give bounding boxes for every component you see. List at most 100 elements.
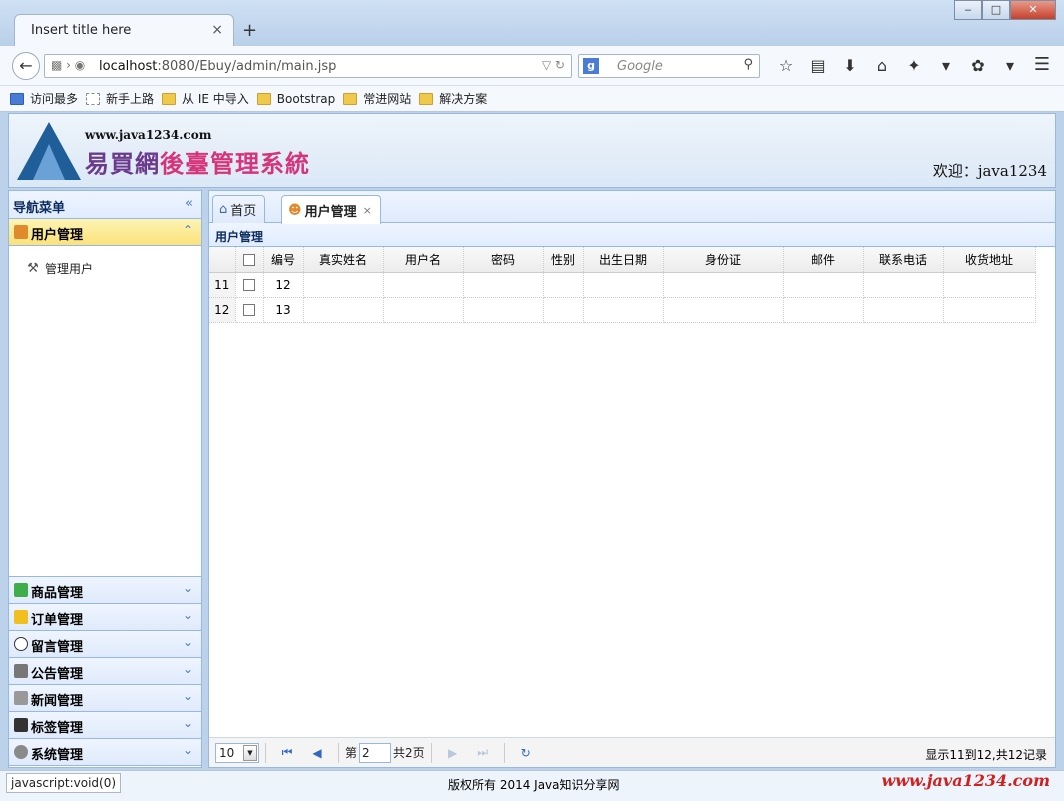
prev-page-button[interactable]: ◀	[306, 746, 328, 760]
select-all-checkbox[interactable]	[243, 253, 255, 266]
column-header[interactable]: 真实姓名	[303, 247, 384, 273]
table-row[interactable]: 12 13	[209, 297, 1036, 323]
minimize-button[interactable]: ‒	[954, 0, 982, 20]
column-header[interactable]: 身份证	[663, 247, 784, 273]
chevron-down-icon[interactable]: ⌄	[183, 743, 193, 757]
row-checkbox[interactable]	[243, 279, 255, 291]
folder-icon	[162, 92, 177, 105]
chevron-down-icon[interactable]: ▼	[243, 744, 257, 761]
cell	[783, 297, 864, 323]
extension-icon[interactable]: ✿	[962, 54, 994, 78]
home-icon[interactable]: ⌂	[866, 54, 898, 78]
bookmark-folder[interactable]: 常进网站	[343, 90, 411, 107]
tab-title: Insert title here	[31, 23, 132, 38]
site-info-icon[interactable]: ▩ › ◉	[51, 58, 85, 72]
refresh-icon[interactable]: ↻	[515, 746, 537, 760]
close-window-button[interactable]: ✕	[1010, 0, 1056, 20]
site-name: 易買網後臺管理系統	[85, 150, 310, 178]
address-bar[interactable]: ▩ › ◉ localhost:8080/Ebuy/admin/main.jsp…	[44, 54, 572, 78]
bookmark-folder[interactable]: 从 IE 中导入	[162, 90, 249, 107]
select-all-header	[235, 247, 264, 273]
last-page-button[interactable]: ⏭	[472, 745, 494, 760]
search-icon[interactable]: ⚲	[743, 57, 753, 72]
bookmark-item[interactable]: 新手上路	[86, 90, 154, 107]
sidebar-item-manage-users[interactable]: ⚒ 管理用户	[25, 260, 93, 277]
sidebar-section-orders[interactable]: 订单管理 ⌄	[9, 604, 201, 631]
logo-icon-inner	[33, 144, 65, 180]
sidebar-section-system[interactable]: 系统管理 ⌄	[9, 739, 201, 766]
tab-user-management[interactable]: ☻ 用户管理 ×	[281, 195, 381, 224]
first-page-button[interactable]: ⏮	[276, 745, 298, 760]
dropdown-icon[interactable]: ▾	[930, 54, 962, 78]
row-checkbox[interactable]	[243, 304, 255, 316]
table-row[interactable]: 11 12	[209, 272, 1036, 298]
cell-id: 12	[263, 272, 304, 298]
bookmarks-bar: 访问最多 新手上路 从 IE 中导入 Bootstrap 常进网站 解决方案	[0, 86, 1064, 112]
sidebar-section-notices[interactable]: 公告管理 ⌄	[9, 658, 201, 685]
grid-title: 用户管理	[209, 223, 1055, 247]
cell	[463, 272, 544, 298]
chevron-down-icon[interactable]: ⌄	[183, 635, 193, 649]
maximize-button[interactable]: □	[982, 0, 1010, 20]
column-header[interactable]: 收货地址	[943, 247, 1036, 273]
column-header[interactable]: 邮件	[783, 247, 864, 273]
bookmark-star-icon[interactable]: ☆	[770, 54, 802, 78]
tools-icon: ⚒	[27, 260, 39, 276]
tab-close-icon[interactable]: ×	[211, 22, 223, 38]
sidebar-section-goods[interactable]: 商品管理 ⌄	[9, 577, 201, 604]
sidebar-section-label: 商品管理	[31, 586, 84, 601]
tab-home[interactable]: ⌂ 首页	[212, 195, 266, 223]
search-bar[interactable]: g Google ⚲	[578, 54, 760, 78]
collapse-sidebar-icon[interactable]: «	[185, 196, 193, 211]
main-panel: ⌂ 首页 ☻ 用户管理 × 用户管理 编号 真实姓名 用户名 密码 性别 出生日…	[208, 190, 1056, 768]
cell	[543, 272, 584, 298]
download-icon[interactable]: ⬇	[834, 54, 866, 78]
page-size-select[interactable]: 10 ▼	[215, 742, 259, 763]
next-page-button[interactable]: ▶	[442, 746, 464, 760]
column-header[interactable]: 编号	[263, 247, 304, 273]
site-url: www.java1234.com	[85, 128, 212, 142]
column-header[interactable]: 出生日期	[583, 247, 664, 273]
chevron-down-icon[interactable]: ⌄	[183, 662, 193, 676]
reload-icon[interactable]: ▽ ↻	[542, 58, 565, 72]
chevron-down-icon[interactable]: ⌄	[183, 581, 193, 595]
page-label: 第	[345, 746, 358, 760]
page-number-input[interactable]: 2	[359, 742, 392, 763]
sidebar-section-tags[interactable]: 标签管理 ⌄	[9, 712, 201, 739]
sidebar-section-label: 标签管理	[31, 721, 84, 736]
reading-list-icon[interactable]: ▤	[802, 54, 834, 78]
browser-titlebar: Insert title here × + ‒ □ ✕	[0, 0, 1064, 46]
column-header[interactable]: 联系电话	[863, 247, 944, 273]
column-header[interactable]: 性别	[543, 247, 584, 273]
cell	[863, 272, 944, 298]
sidebar-section-news[interactable]: 新闻管理 ⌄	[9, 685, 201, 712]
column-header[interactable]: 密码	[463, 247, 544, 273]
cell-id: 13	[263, 297, 304, 323]
rownum-header	[209, 247, 236, 273]
menu-icon[interactable]: ☰	[1034, 54, 1050, 75]
new-tab-button[interactable]: +	[242, 20, 257, 41]
chevron-up-icon[interactable]: ⌃	[183, 223, 193, 237]
bookmark-item[interactable]: 访问最多	[10, 90, 78, 107]
chevron-down-icon[interactable]: ⌄	[183, 716, 193, 730]
chevron-down-icon[interactable]: ⌄	[183, 689, 193, 703]
list-icon	[14, 583, 28, 597]
back-button[interactable]: ←	[12, 52, 40, 80]
bookmark-icon	[10, 92, 24, 105]
users-icon	[14, 225, 28, 239]
chevron-down-icon[interactable]: ⌄	[183, 608, 193, 622]
sidebar-section-users[interactable]: 用户管理 ⌃	[9, 219, 201, 246]
url-text[interactable]: localhost:8080/Ebuy/admin/main.jsp	[99, 59, 336, 74]
sidebar-section-messages[interactable]: 留言管理 ⌄	[9, 631, 201, 658]
bookmark-folder[interactable]: 解决方案	[419, 90, 487, 107]
bookmark-folder[interactable]: Bootstrap	[256, 92, 335, 106]
browser-tab[interactable]: Insert title here ×	[14, 14, 234, 46]
search-engine-icon[interactable]: g	[583, 58, 599, 74]
cell	[383, 297, 464, 323]
column-header[interactable]: 用户名	[383, 247, 464, 273]
dropdown-icon[interactable]: ▾	[994, 54, 1026, 78]
tab-close-icon[interactable]: ×	[363, 204, 372, 217]
cell	[783, 272, 864, 298]
addon-icon[interactable]: ✦	[898, 54, 930, 78]
search-placeholder: Google	[617, 59, 663, 74]
